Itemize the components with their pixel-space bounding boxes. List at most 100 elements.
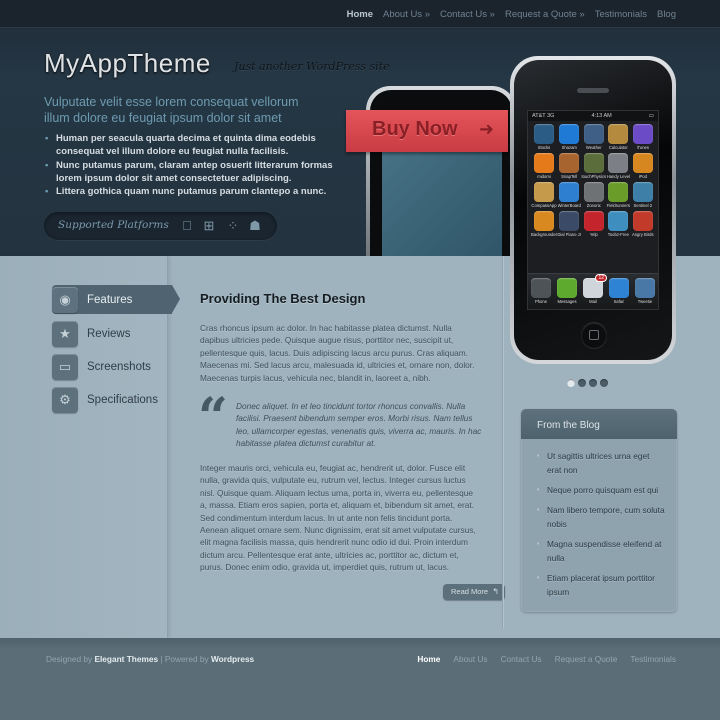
footer-nav-contact-us[interactable]: Contact Us (501, 654, 542, 664)
apps-app[interactable]: Backgrounder (531, 211, 557, 237)
app-label: Messages (557, 299, 577, 304)
app-label: iPod (638, 174, 647, 179)
apps-app[interactable]: Dial Piano Jr (557, 211, 581, 237)
blog-widget-title: From the Blog (521, 409, 677, 439)
blackberry-icon[interactable]: ⁘ (226, 218, 240, 233)
app-icon: 12 (583, 274, 607, 298)
buy-now-button[interactable]: Buy Now ➜ (338, 110, 508, 156)
wordpress-link[interactable]: Wordpress (211, 654, 254, 664)
dock-app[interactable]: Messages (554, 278, 580, 309)
app-label: Angry Birds (631, 232, 654, 237)
arrow-right-icon: ➜ (478, 119, 494, 139)
apps-app[interactable]: Fieldrunners (606, 182, 630, 208)
app-label: CompassApp (531, 203, 557, 208)
slider-pagination (567, 379, 608, 387)
dock-app[interactable]: Safari (606, 278, 632, 309)
apps-app[interactable]: Handy Level (606, 153, 630, 179)
nav-blog[interactable]: Blog (657, 9, 676, 20)
apps-app[interactable]: WinterBoard (557, 182, 581, 208)
app-icon (583, 211, 604, 231)
app-icon (559, 153, 580, 173)
nav-about-us[interactable]: About Us » (383, 9, 430, 20)
blog-post-link[interactable]: Nam libero tempore, cum soluta nobis (537, 503, 665, 531)
slider-dot-2[interactable] (578, 379, 586, 387)
tab-screenshots[interactable]: ▭ Screenshots (52, 352, 172, 381)
apps-app[interactable]: Yelp (581, 211, 606, 237)
footer-nav-home[interactable]: Home (417, 654, 440, 664)
site-logo[interactable]: MyAppTheme (44, 48, 211, 79)
slider-dot-1[interactable] (567, 379, 575, 387)
dock-app[interactable]: 12 Mail (580, 274, 607, 309)
home-button-icon (581, 322, 607, 348)
apps-app[interactable]: Zonorix (581, 182, 606, 208)
hero-bullets: Human per seacula quarta decima et quint… (44, 132, 344, 199)
apps-app[interactable]: iPod (631, 153, 655, 179)
platforms-label: Supported Platforms (58, 219, 169, 231)
app-icon (632, 124, 653, 144)
blog-post-link[interactable]: Magna suspendisse eleifend at nulla (537, 537, 665, 565)
phone-speaker (577, 88, 609, 93)
apps-app[interactable]: Angry Birds (631, 211, 655, 237)
windows-icon[interactable]: ⊞ (202, 218, 216, 233)
apps-app[interactable]: touchPhysics (581, 153, 606, 179)
blog-post-link[interactable]: Ut sagittis ultrices urna eget erat non (537, 449, 665, 477)
blog-post-link[interactable]: Etiam placerat ipsum porttitor ipsum (537, 571, 665, 599)
slider-dot-4[interactable] (600, 379, 608, 387)
app-label: Zonorix (586, 203, 601, 208)
footer-nav: Home About Us Contact Us Request a Quote… (417, 654, 676, 664)
apps-app[interactable]: SnapTell (557, 153, 581, 179)
nav-contact-us[interactable]: Contact Us » (440, 9, 495, 20)
app-label: Handy Level (606, 174, 630, 179)
apps-app[interactable]: iTunes (631, 124, 655, 150)
apps-app[interactable]: CompassApp (531, 182, 557, 208)
app-label: Safari (613, 299, 625, 304)
app-icon (583, 182, 604, 202)
feature-tabs-column: ◉ Features ★ Reviews ▭ Screenshots ⚙ Spe… (0, 256, 180, 638)
phone-dock: Phone Messages 12 Mail Safari Tweetie (528, 273, 658, 309)
app-label: WinterBoard (557, 203, 581, 208)
apps-app[interactable]: Calculator (606, 124, 630, 150)
nav-home[interactable]: Home (347, 9, 373, 20)
apps-app[interactable]: Shazam (557, 124, 581, 150)
monitor-icon: ▭ (52, 353, 78, 380)
designer-link[interactable]: Elegant Themes (94, 654, 158, 664)
mail-badge: 12 (595, 274, 607, 282)
app-icon (632, 211, 653, 231)
footer-credits: Designed by Elegant Themes | Powered by … (46, 654, 254, 664)
apple-icon[interactable]:  (180, 218, 194, 233)
main-nav: Home About Us » Contact Us » Request a Q… (347, 9, 676, 20)
apps-app[interactable]: midomi (531, 153, 557, 179)
hero-lead-text: Vulputate velit esse lorem consequat vel… (44, 95, 299, 125)
gears-icon: ⚙ (52, 386, 78, 413)
footer-nav-request-quote[interactable]: Request a Quote (555, 654, 618, 664)
android-icon[interactable]: ☗ (248, 218, 262, 233)
apps-app[interactable]: Weather (581, 124, 606, 150)
tab-specifications[interactable]: ⚙ Specifications (52, 385, 172, 414)
dock-app[interactable]: Tweetie (632, 278, 658, 309)
nav-request-quote[interactable]: Request a Quote » (505, 9, 585, 20)
app-icon (559, 211, 580, 231)
tab-reviews[interactable]: ★ Reviews (52, 319, 172, 348)
apps-app[interactable]: Stocks (531, 124, 557, 150)
apps-app[interactable]: Toobz-Free (606, 211, 630, 237)
slider-dot-3[interactable] (589, 379, 597, 387)
app-icon (608, 124, 629, 144)
app-icon (534, 182, 554, 202)
dock-app[interactable]: Phone (528, 278, 554, 309)
eye-icon: ◉ (52, 286, 78, 313)
app-icon (534, 211, 554, 231)
footer: Designed by Elegant Themes | Powered by … (0, 638, 720, 720)
read-more-button[interactable]: Read More ↰ (443, 584, 505, 600)
footer-nav-about-us[interactable]: About Us (453, 654, 487, 664)
tab-features[interactable]: ◉ Features (52, 285, 180, 314)
app-label: Calculator (608, 145, 628, 150)
footer-nav-testimonials[interactable]: Testimonials (630, 654, 676, 664)
app-label: Mail (589, 299, 597, 304)
blog-post-link[interactable]: Neque porro quisquam est qui (537, 483, 665, 497)
nav-testimonials[interactable]: Testimonials (595, 9, 647, 20)
apps-app[interactable]: Sentinel 2 (631, 182, 655, 208)
tab-label: Features (87, 293, 133, 306)
app-icon (534, 124, 554, 144)
app-label: Toobz-Free (607, 232, 629, 237)
app-label: iTunes (636, 145, 649, 150)
